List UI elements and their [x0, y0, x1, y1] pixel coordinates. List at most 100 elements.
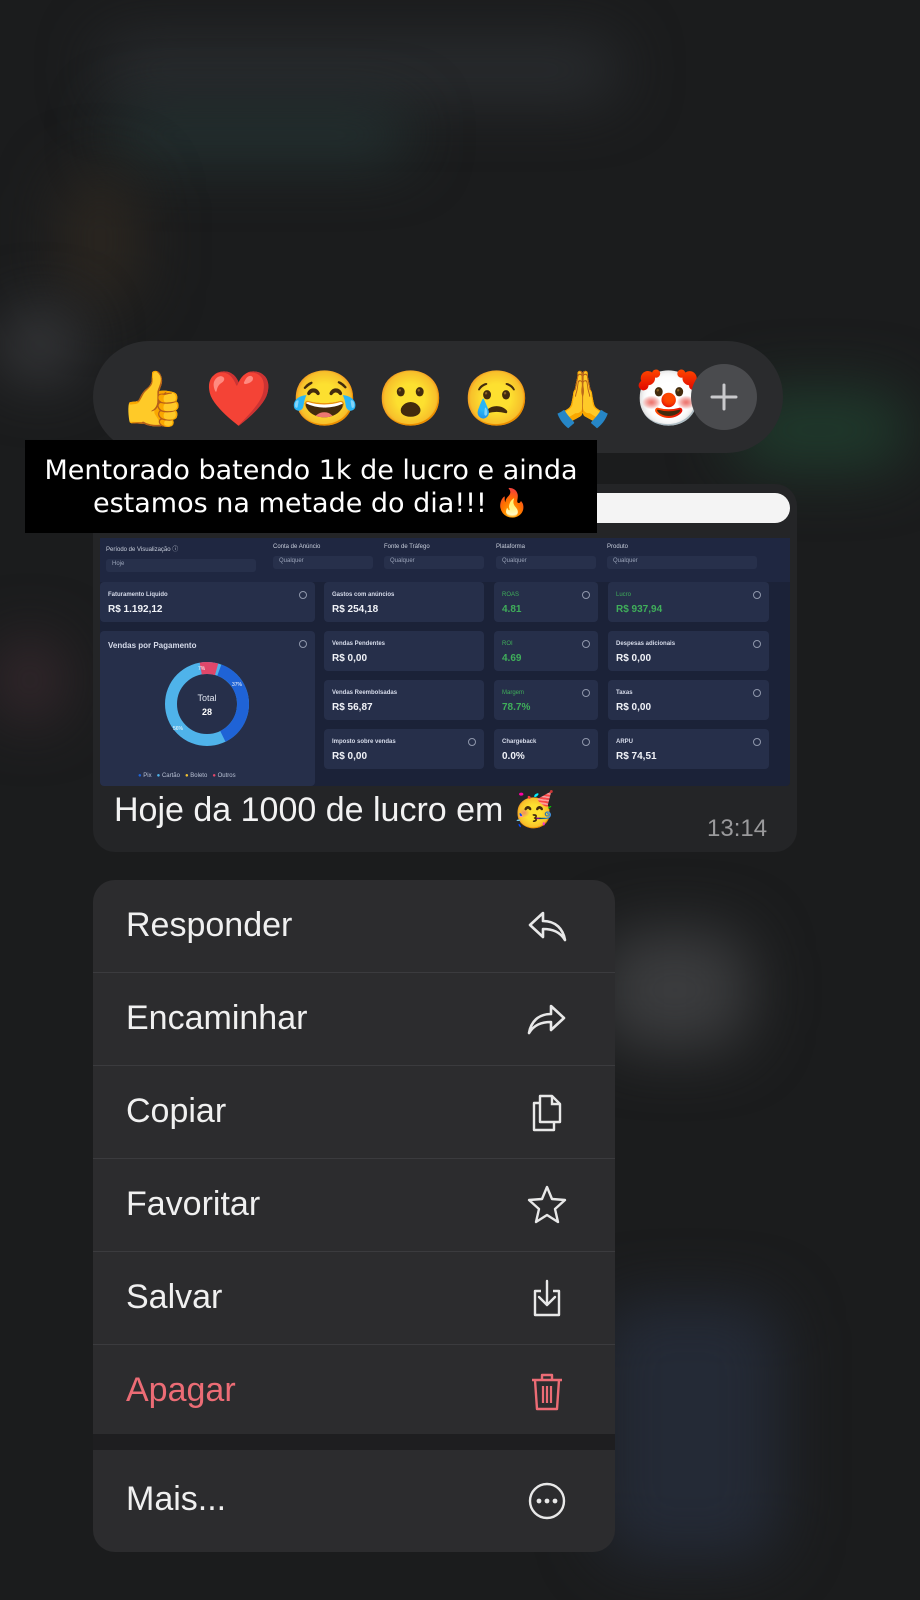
donut-pct-pix: 37%: [232, 682, 243, 688]
menu-item-apagar[interactable]: Apagar: [93, 1345, 615, 1434]
plus-icon: [710, 383, 738, 411]
card-title: Vendas por Pagamento: [108, 641, 197, 650]
filter-conta: Conta de Anúncio Qualquer: [273, 544, 373, 569]
donut-pct-outros: 7%: [198, 666, 206, 672]
menu-item-label: Apagar: [126, 1371, 236, 1409]
card-vendas-pendentes: Vendas Pendentes R$ 0,00: [324, 631, 484, 671]
info-icon: [582, 689, 590, 697]
context-menu: Responder Encaminhar Copiar Favoritar Sa…: [93, 880, 615, 1434]
menu-item-responder[interactable]: Responder: [93, 880, 615, 973]
filter-produto: Produto Qualquer: [607, 544, 757, 569]
card-despesas: Despesas adicionais R$ 0,00: [608, 631, 769, 671]
background-blur: [600, 930, 750, 1050]
card-gastos: Gastos com anúncios R$ 254,18: [324, 582, 484, 622]
save-icon: [533, 1279, 561, 1317]
card-value: R$ 937,94: [616, 604, 663, 615]
card-faturamento: Faturamento Líquido R$ 1.192,12: [100, 582, 315, 622]
card-label: Faturamento Líquido: [108, 592, 168, 598]
card-label: Taxas: [616, 690, 633, 696]
card-value: 4.81: [502, 604, 522, 615]
card-label: Despesas adicionais: [616, 641, 676, 647]
filter-plataforma: Plataforma Qualquer: [496, 544, 596, 569]
info-icon: [753, 738, 761, 746]
dashboard-image[interactable]: Período de Visualização ⓘ Hoje Conta de …: [100, 538, 790, 786]
info-icon: [753, 591, 761, 599]
info-icon: [753, 640, 761, 648]
card-label: Margem: [502, 690, 525, 696]
card-value: R$ 56,87: [332, 702, 373, 713]
reaction-heart[interactable]: ❤️: [205, 369, 272, 429]
menu-item-label: Mais...: [126, 1480, 227, 1518]
legend-outros: Outros: [217, 773, 236, 779]
card-label: Vendas Pendentes: [332, 641, 386, 647]
legend-cartao: Cartão: [161, 773, 180, 779]
card-label: Chargeback: [502, 739, 537, 745]
card-vendas-reembolsadas: Vendas Reembolsadas R$ 56,87: [324, 680, 484, 720]
filter-periodo: Período de Visualização ⓘ Hoje: [106, 544, 256, 572]
menu-item-label: Salvar: [126, 1278, 223, 1316]
menu-separator: [93, 1434, 615, 1450]
filter-value: Qualquer: [496, 556, 596, 569]
card-value: R$ 0,00: [332, 751, 368, 762]
card-vendas-pagamento: Vendas por Pagamento Total 28 7% 37% 56%…: [100, 631, 315, 786]
menu-item-salvar[interactable]: Salvar: [93, 1252, 615, 1345]
filter-label: Período de Visualização ⓘ: [106, 547, 179, 553]
reaction-laugh[interactable]: 😂: [291, 369, 358, 429]
card-label: ROAS: [502, 592, 520, 598]
card-value: R$ 1.192,12: [108, 604, 163, 615]
filter-value: Hoje: [106, 559, 256, 572]
card-label: Gastos com anúncios: [332, 592, 395, 598]
menu-item-favoritar[interactable]: Favoritar: [93, 1159, 615, 1252]
background-blur: [0, 640, 60, 720]
filter-value: Qualquer: [607, 556, 757, 569]
reaction-bar: 👍 ❤️ 😂 😮 😢 🙏 🤡: [93, 341, 783, 453]
card-label: Lucro: [616, 592, 632, 598]
trash-icon: [532, 1373, 562, 1411]
info-icon: [299, 640, 307, 648]
card-label: Imposto sobre vendas: [332, 739, 396, 745]
menu-item-label: Encaminhar: [126, 999, 308, 1037]
card-label: ARPU: [616, 739, 634, 745]
card-value: 78.7%: [502, 702, 531, 713]
card-value: R$ 74,51: [616, 751, 657, 762]
copy-icon: [532, 1094, 562, 1132]
donut-pct-cartao: 56%: [173, 726, 184, 732]
card-lucro: Lucro R$ 937,94: [608, 582, 769, 622]
donut-total-label: Total: [197, 693, 216, 703]
card-value: 0.0%: [502, 751, 525, 762]
menu-item-label: Copiar: [126, 1092, 227, 1130]
background-blur: [600, 1300, 780, 1560]
reaction-surprised[interactable]: 😮: [377, 369, 444, 429]
forward-icon: [527, 1004, 566, 1035]
dashboard-filters: Período de Visualização ⓘ Hoje Conta de …: [100, 538, 790, 582]
menu-item-label: Responder: [126, 906, 293, 944]
reaction-thumbs-up[interactable]: 👍: [119, 369, 186, 429]
donut-total-value: 28: [202, 707, 212, 717]
reaction-crying[interactable]: 😢: [463, 369, 530, 429]
reaction-pray[interactable]: 🙏: [549, 369, 616, 429]
donut-legend: ● Pix ● Cartão ● Boleto ● Outros: [138, 773, 236, 779]
card-taxas: Taxas R$ 0,00: [608, 680, 769, 720]
menu-item-encaminhar[interactable]: Encaminhar: [93, 973, 615, 1066]
card-imposto: Imposto sobre vendas R$ 0,00: [324, 729, 484, 769]
card-roas: ROAS 4.81: [494, 582, 598, 622]
legend-pix: Pix: [143, 773, 152, 779]
reply-icon: [528, 911, 567, 942]
menu-item-mais[interactable]: Mais...: [93, 1450, 615, 1552]
background-blur: [60, 170, 140, 310]
message-text: Hoje da 1000 de lucro em 🥳: [114, 791, 556, 829]
info-icon: [582, 591, 590, 599]
card-value: R$ 0,00: [616, 702, 652, 713]
filter-value: Qualquer: [384, 556, 484, 569]
filter-label: Produto: [607, 544, 629, 550]
card-margem: Margem 78.7%: [494, 680, 598, 720]
legend-boleto: Boleto: [190, 773, 208, 779]
card-label: ROI: [502, 641, 513, 647]
menu-item-copiar[interactable]: Copiar: [93, 1066, 615, 1159]
more-reactions-button[interactable]: [691, 364, 757, 430]
info-icon: [582, 738, 590, 746]
background-blur: [100, 40, 620, 100]
info-icon: [468, 738, 476, 746]
story-caption: Mentorado batendo 1k de lucro e ainda es…: [25, 440, 597, 533]
star-icon: [527, 1185, 567, 1224]
